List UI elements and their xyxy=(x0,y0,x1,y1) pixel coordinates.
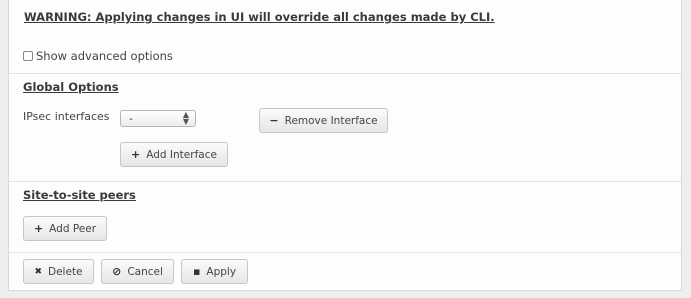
divider xyxy=(9,73,681,74)
global-options-title: Global Options xyxy=(23,80,119,94)
divider xyxy=(9,181,681,182)
apply-label: Apply xyxy=(206,265,237,278)
divider xyxy=(9,252,681,253)
select-arrows-icon: ▲ ▼ xyxy=(182,110,189,126)
apply-button[interactable]: ▪ Apply xyxy=(181,259,248,284)
ipsec-interfaces-label: IPsec interfaces xyxy=(23,110,110,123)
save-icon: ▪ xyxy=(192,265,201,278)
delete-label: Delete xyxy=(48,265,83,278)
checkbox-box[interactable] xyxy=(23,51,33,61)
cli-override-warning: WARNING: Applying changes in UI will ove… xyxy=(24,10,495,24)
add-peer-button[interactable]: + Add Peer xyxy=(23,216,107,241)
site-to-site-peers-title: Site-to-site peers xyxy=(23,188,136,202)
ipsec-config-panel: WARNING: Applying changes in UI will ove… xyxy=(8,0,682,291)
add-interface-button[interactable]: + Add Interface xyxy=(120,142,228,167)
cancel-circle-icon: ⊘ xyxy=(112,265,122,278)
remove-interface-button[interactable]: − Remove Interface xyxy=(259,108,388,133)
ipsec-interfaces-value: - xyxy=(129,112,133,125)
cancel-button[interactable]: ⊘ Cancel xyxy=(101,259,174,284)
add-interface-label: Add Interface xyxy=(146,148,217,161)
delete-button[interactable]: ✖ Delete xyxy=(23,259,94,284)
plus-icon: + xyxy=(33,222,44,235)
plus-icon: + xyxy=(131,148,141,161)
show-advanced-label: Show advanced options xyxy=(36,49,173,63)
add-peer-label: Add Peer xyxy=(49,222,97,235)
delete-x-icon: ✖ xyxy=(34,266,43,277)
ipsec-interfaces-select[interactable]: - ▲ ▼ xyxy=(120,110,196,127)
cancel-label: Cancel xyxy=(127,265,163,278)
remove-interface-label: Remove Interface xyxy=(284,114,378,127)
show-advanced-checkbox[interactable]: Show advanced options xyxy=(23,49,173,63)
minus-icon: − xyxy=(269,114,279,127)
